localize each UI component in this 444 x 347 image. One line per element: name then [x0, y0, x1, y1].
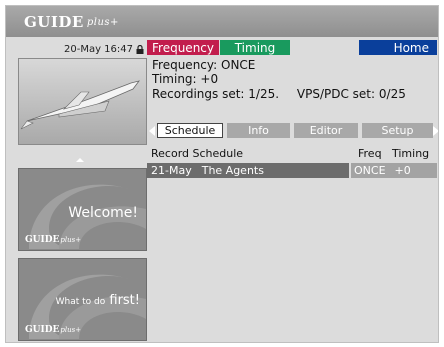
promo-first-text: What to do first!	[56, 293, 140, 308]
promo-first-big: first!	[109, 293, 140, 308]
timing-key[interactable]: Timing	[220, 40, 290, 55]
tab-info[interactable]: Info	[227, 123, 290, 138]
column-header-timing: Timing	[392, 147, 430, 160]
frequency-info: Frequency: ONCE	[152, 58, 255, 72]
timing-label: Timing:	[152, 72, 197, 86]
tab-bar: Schedule Info Editor Setup	[147, 123, 438, 139]
guideplus-screen: GUIDE plus+ 20-May 16:47 Frequency Timin…	[5, 5, 439, 343]
tab-scroll-right-icon[interactable]	[433, 126, 438, 136]
aircraft-image	[19, 59, 146, 144]
timing-value: +0	[200, 72, 219, 86]
mini-logo-plus: plus+	[60, 236, 82, 244]
vps-label: VPS/PDC set:	[296, 87, 376, 101]
recordings-info: Recordings set: 1/25. VPS/PDC set: 0/25	[152, 87, 406, 101]
row-freq: ONCE	[354, 164, 386, 177]
mini-logo: GUIDE plus+	[25, 235, 81, 245]
mini-logo-main: GUIDE	[25, 325, 60, 335]
timing-info: Timing: +0	[152, 72, 218, 86]
table-row[interactable]: 21-May The Agents ONCE +0	[147, 163, 437, 178]
promo-first-small: What to do	[55, 297, 106, 307]
row-program-cell[interactable]: 21-May The Agents	[147, 163, 349, 178]
row-timing: +0	[394, 164, 411, 177]
clock: 20-May 16:47	[64, 44, 134, 55]
row-title: The Agents	[201, 164, 264, 177]
program-thumbnail	[18, 58, 147, 145]
scroll-up-icon[interactable]	[76, 158, 84, 162]
row-settings-cell[interactable]: ONCE +0	[351, 163, 437, 178]
tab-editor[interactable]: Editor	[294, 123, 358, 138]
tab-scroll-left-icon[interactable]	[149, 126, 155, 136]
frequency-label: Frequency:	[152, 58, 218, 72]
recordings-value: 1/25.	[248, 87, 280, 101]
recordings-label: Recordings set:	[152, 87, 245, 101]
frequency-key[interactable]: Frequency	[147, 40, 219, 55]
mini-logo-main: GUIDE	[25, 235, 60, 245]
promo-tile-first[interactable]: What to do first! GUIDE plus+	[18, 258, 147, 341]
lock-icon	[136, 45, 144, 54]
tab-setup[interactable]: Setup	[362, 123, 433, 138]
mini-logo: GUIDE plus+	[25, 325, 81, 335]
column-header-freq: Freq	[358, 147, 382, 160]
guideplus-logo: GUIDE plus+	[24, 12, 119, 32]
top-bar: GUIDE plus+	[6, 6, 438, 37]
tab-schedule[interactable]: Schedule	[157, 123, 223, 138]
mini-logo-plus: plus+	[60, 326, 82, 334]
row-date: 21-May	[151, 164, 192, 177]
frequency-value: ONCE	[221, 58, 256, 72]
home-key[interactable]: Home	[359, 40, 437, 55]
logo-plus: plus+	[86, 16, 119, 28]
vps-value: 0/25	[378, 87, 406, 101]
column-header-schedule: Record Schedule	[151, 147, 244, 160]
logo-main: GUIDE	[24, 13, 84, 31]
promo-tile-welcome[interactable]: Welcome! GUIDE plus+	[18, 168, 147, 251]
promo-welcome-text: Welcome!	[68, 205, 138, 221]
